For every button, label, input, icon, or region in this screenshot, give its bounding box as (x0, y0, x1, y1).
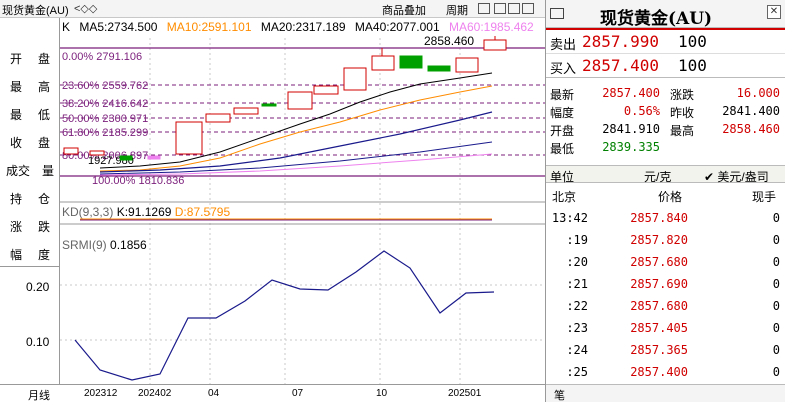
label-open: 开盘 (10, 52, 50, 66)
sell-price: 2857.990 (582, 32, 660, 51)
time-tick-3: 07 (292, 388, 304, 399)
srmi-legend: SRMI(9) 0.1856 (62, 238, 147, 252)
fib-1: 23.60% 2559.762 (62, 80, 148, 92)
ma-legend: K MA5:2734.500 MA10:2591.101 MA20:2317.1… (62, 20, 540, 36)
ma5-line (99, 72, 493, 169)
label-percent: 幅度 (10, 248, 50, 262)
buy-qty: 100 (678, 56, 707, 75)
ma20-line (99, 111, 493, 173)
srmi-line (74, 250, 495, 381)
quote-title: 现货黄金(AU) (600, 9, 713, 29)
instrument-title: 现货黄金(AU) (2, 5, 69, 17)
left-divider (0, 266, 59, 267)
unit-label: 单位 (550, 170, 575, 184)
tick-list[interactable]: 13:42 2857.840 0 :19 2857.820 0 :20 2857.680 0… (546, 208, 785, 384)
zoom-icon[interactable] (522, 3, 534, 14)
legend-ma40: MA40:2077.001 (354, 20, 440, 34)
sell-label: 卖出 (550, 37, 577, 52)
tick-row: :24 2857.365 0 (566, 343, 780, 357)
usd-checkbox[interactable]: ✔ 美元/盎司 (704, 168, 769, 185)
tick-row: :22 2857.680 0 (566, 299, 780, 313)
tick-row: 13:42 2857.840 0 (551, 211, 780, 225)
legend-ma5: MA5:2734.500 (79, 20, 158, 34)
quote-title-bar: 现货黄金(AU) ✕ (546, 0, 785, 29)
fib-4: 61.80% 2185.299 (62, 127, 148, 139)
time-tick-2: 04 (208, 388, 220, 399)
window-icon[interactable] (550, 8, 564, 19)
buy-row[interactable]: 买入 2857.400 100 (546, 54, 785, 78)
label-openinterest: 持仓 (10, 192, 50, 206)
fib-2: 38.20% 2416.642 (62, 98, 148, 110)
high-marker: 2858.460 (424, 34, 474, 48)
close-icon[interactable]: ✕ (767, 5, 781, 19)
label-change: 涨跌 (10, 220, 50, 234)
buy-label: 买入 (550, 61, 577, 76)
srmi-value: 0.1856 (110, 238, 147, 252)
legend-ma20: MA20:2317.189 (260, 20, 346, 34)
legend-ma10: MA10:2591.101 (166, 20, 252, 34)
quote-panel: 现货黄金(AU) ✕ 卖出 2857.990 100 买入 2857.400 1… (545, 0, 785, 402)
fib-6: 100.00% 1810.836 (92, 175, 184, 187)
kd-d: D:87.5795 (174, 205, 231, 219)
label-low: 最低 (10, 108, 50, 122)
right-arrow-icon[interactable] (508, 3, 520, 14)
stat-row: 最低 2839.335 (550, 140, 660, 156)
stat-row: 开盘 2841.910 最高 2858.460 (550, 122, 780, 138)
period-label[interactable]: 月线 (28, 387, 50, 402)
stats-grid: 最新 2857.400 涨跌 16.000 幅度 0.56% 昨收 2841.4… (546, 84, 785, 156)
kd-legend: KD(9,3,3) K:91.1269 D:87.5795 (62, 205, 230, 219)
time-tick-5: 202501 (448, 388, 482, 399)
stat-row: 最新 2857.400 涨跌 16.000 (550, 86, 780, 102)
sell-row[interactable]: 卖出 2857.990 100 (546, 30, 785, 54)
panel-bottom-tab[interactable]: 笔 (546, 384, 785, 402)
legend-k: K (62, 20, 71, 34)
buy-price: 2857.400 (582, 56, 660, 75)
nav-arrows[interactable]: <◇◇ (74, 2, 97, 15)
label-close: 收盘 (10, 136, 50, 150)
chart-titlebar: 现货黄金(AU) <◇◇ 商品叠加 周期 (0, 0, 545, 18)
kd-k: K:91.1269 (116, 205, 172, 219)
tick-row: :20 2857.680 0 (566, 255, 780, 269)
time-tick-1: 202402 (138, 388, 172, 399)
left-arrow-icon[interactable] (494, 3, 506, 14)
legend-ma60: MA60:1985.462 (449, 20, 534, 34)
period-button[interactable]: 周期 (446, 2, 468, 18)
stat-row: 幅度 0.56% 昨收 2841.400 (550, 104, 780, 120)
srmi-axis-1: 0.10 (26, 335, 50, 349)
ticks-header: 北京 价格 现手 (552, 190, 777, 204)
srmi-axis-0: 0.20 (26, 280, 50, 294)
tick-row: :23 2857.405 0 (566, 321, 780, 335)
overlay-button[interactable]: 商品叠加 (382, 2, 426, 18)
time-tick-0: 202312 (84, 388, 118, 399)
label-volume: 成交量 (6, 164, 54, 178)
srmi-label: SRMI(9) (62, 238, 107, 252)
time-tick-4: 10 (376, 388, 388, 399)
kd-label: KD(9,3,3) (62, 205, 114, 219)
grid-icon[interactable] (478, 3, 490, 14)
unit-value: 元/克 (644, 170, 672, 184)
tick-row: :25 2857.400 0 (566, 365, 780, 379)
price-chart[interactable]: 0.00% 2791.106 23.60% 2559.762 38.20% 24… (60, 18, 545, 384)
left-field-column: 开盘 最高 最低 收盘 成交量 持仓 涨跌 幅度 0.20 0.10 (0, 18, 60, 384)
time-axis: 月线 202312 202402 04 07 10 202501 (0, 384, 545, 402)
tick-row: :21 2857.690 0 (566, 277, 780, 291)
tick-row: :19 2857.820 0 (566, 233, 780, 247)
tab-ticks[interactable]: 笔 (554, 387, 565, 402)
unit-bar: 单位 元/克 ✔ 美元/盎司 (546, 165, 785, 185)
fib-3: 50.00% 2300.971 (62, 113, 148, 125)
label-high: 最高 (10, 80, 50, 94)
fib-0: 0.00% 2791.106 (62, 51, 142, 63)
sell-qty: 100 (678, 32, 707, 51)
